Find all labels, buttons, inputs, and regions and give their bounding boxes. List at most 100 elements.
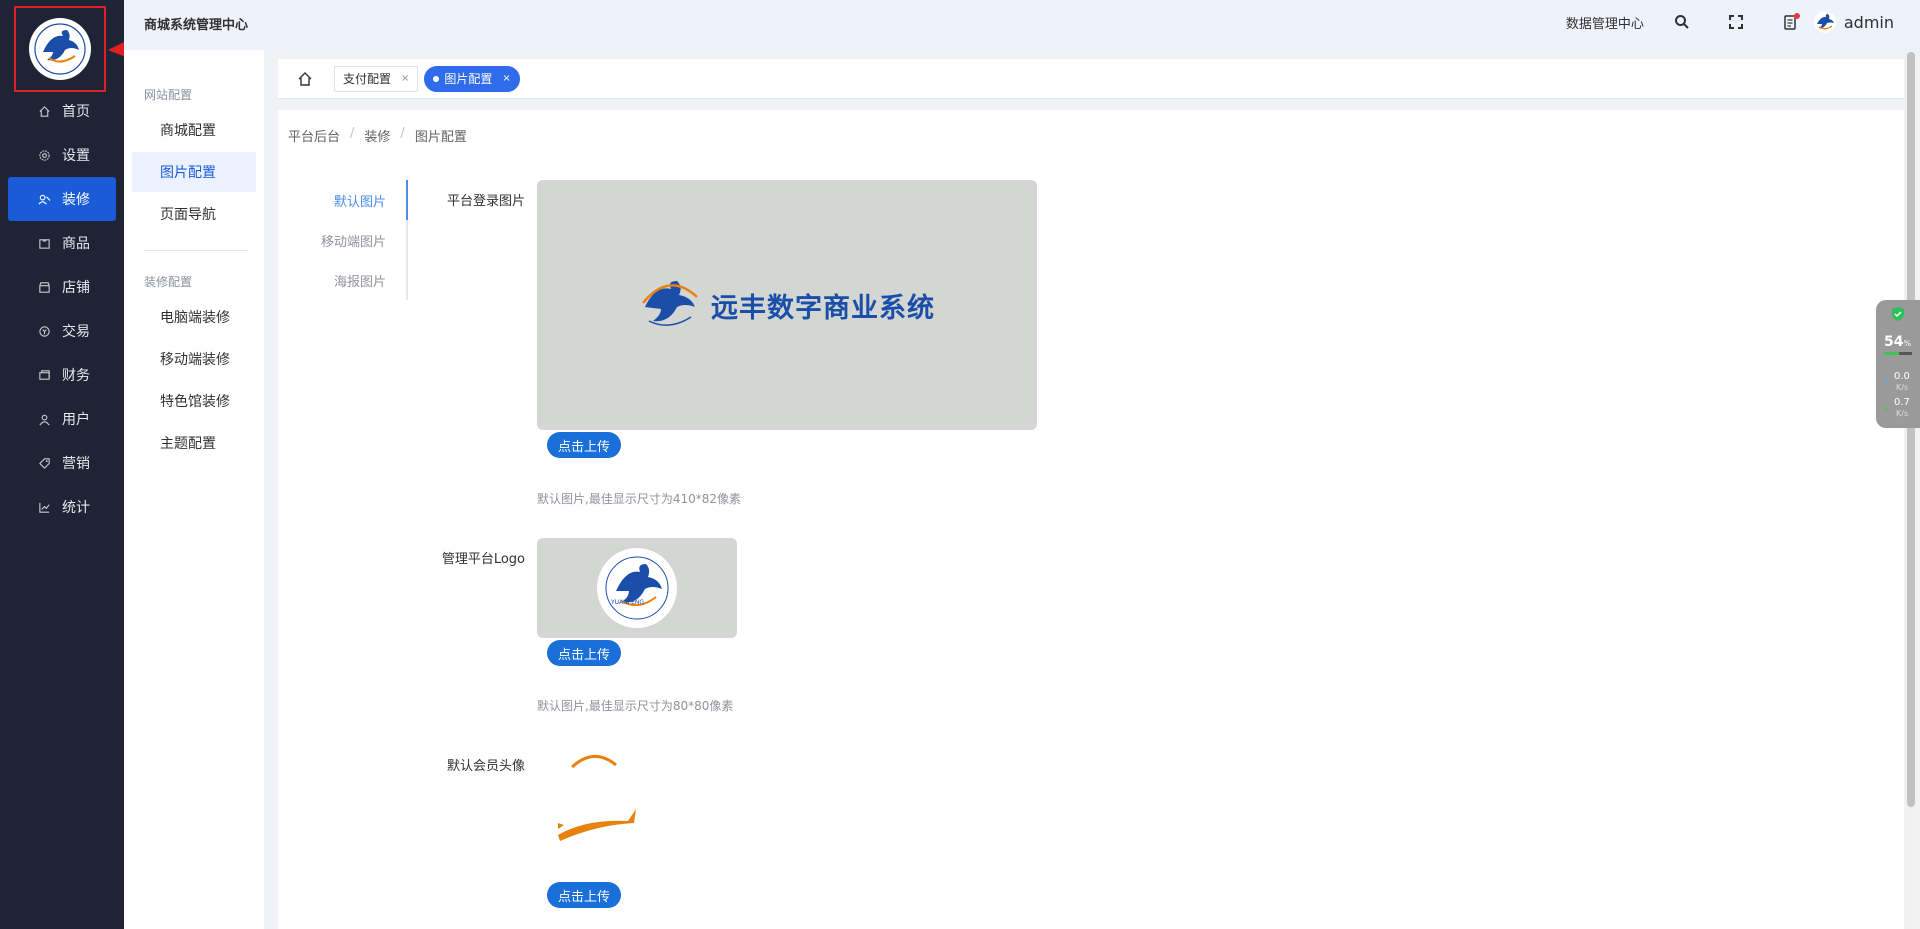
pegasus-logo-icon xyxy=(642,281,698,326)
breadcrumb-separator: / xyxy=(400,126,405,141)
download-unit: K/s xyxy=(1896,409,1909,418)
logo-highlight-box xyxy=(14,6,106,92)
breadcrumb: 平台后台 / 装修 / 图片配置 xyxy=(288,126,467,145)
active-dot xyxy=(433,75,440,82)
sidebar-item-decorate[interactable]: 装修 xyxy=(8,177,116,221)
download-arrow-icon: ↓ xyxy=(1882,404,1890,414)
sidebar-item-label: 首页 xyxy=(62,104,90,120)
memory-percent: 54% xyxy=(1884,334,1912,350)
store-icon xyxy=(36,279,52,295)
login-brand-text: 远丰数字商业系统 xyxy=(711,292,935,324)
page-title: 商城系统管理中心 xyxy=(144,18,249,33)
submenu-item-page-nav[interactable]: 页面导航 xyxy=(132,194,256,234)
notification-icon[interactable] xyxy=(1780,12,1800,32)
sidebar-item-finance[interactable]: 财务 xyxy=(8,353,116,397)
top-header: 商城系统管理中心 数据管理中心 admin xyxy=(124,0,1920,50)
tab-mobile-images[interactable]: 移动端图片 xyxy=(278,220,408,260)
sidebar-item-statistics[interactable]: 统计 xyxy=(8,485,116,529)
sidebar-item-label: 店铺 xyxy=(62,280,90,296)
search-icon[interactable] xyxy=(1672,12,1692,32)
submenu-item-pc-decoration[interactable]: 电脑端装修 xyxy=(132,297,256,337)
gear-icon xyxy=(36,147,52,163)
upload-login-image-button[interactable]: 点击上传 xyxy=(547,432,622,458)
home-tab-icon[interactable] xyxy=(292,66,318,92)
sidebar-item-goods[interactable]: 商品 xyxy=(8,221,116,265)
sidebar-item-label: 营销 xyxy=(62,456,90,472)
sidebar-item-marketing[interactable]: 营销 xyxy=(8,441,116,485)
close-icon[interactable]: × xyxy=(502,73,510,84)
submenu-item-mall-config[interactable]: 商城配置 xyxy=(132,110,256,150)
default-avatar-preview[interactable] xyxy=(546,745,666,845)
close-icon[interactable]: × xyxy=(401,73,409,84)
avatar[interactable] xyxy=(1813,11,1836,33)
logo-caption: YUANFENG xyxy=(611,599,645,606)
sidebar-item-label: 装修 xyxy=(62,192,90,208)
fullscreen-icon[interactable] xyxy=(1726,12,1746,32)
avatar-placeholder-icon xyxy=(558,755,636,841)
sidebar-item-settings[interactable]: 设置 xyxy=(8,133,116,177)
upload-speed: 0.0 xyxy=(1894,371,1910,382)
login-image-hint: 默认图片,最佳显示尺寸为410*82像素 xyxy=(537,492,741,506)
tab-label: 支付配置 xyxy=(343,72,392,86)
brand-logo[interactable] xyxy=(29,18,91,80)
finance-icon xyxy=(36,367,52,383)
sidebar-item-label: 财务 xyxy=(62,368,90,384)
admin-logo-preview[interactable] xyxy=(537,538,737,638)
submenu-item-mobile-decoration[interactable]: 移动端装修 xyxy=(132,339,256,379)
data-center-link[interactable]: 数据管理中心 xyxy=(1566,13,1644,32)
logo-circle xyxy=(597,548,677,628)
logo-hint: 默认图片,最佳显示尺寸为80*80像素 xyxy=(537,699,734,713)
user-icon xyxy=(36,411,52,427)
tag-icon xyxy=(36,455,52,471)
tab-label: 图片配置 xyxy=(444,72,493,86)
sidebar-item-home[interactable]: 首页 xyxy=(8,89,116,133)
trade-icon xyxy=(36,323,52,339)
sidebar-item-label: 交易 xyxy=(62,324,90,340)
login-image-preview[interactable]: 远丰数字商业系统 xyxy=(537,180,1037,430)
memory-bar xyxy=(1884,352,1912,355)
upload-arrow-icon: ↑ xyxy=(1882,378,1890,388)
breadcrumb-item[interactable]: 平台后台 xyxy=(288,126,340,145)
submenu-item-image-config[interactable]: 图片配置 xyxy=(132,152,256,192)
page-scrollbar-thumb[interactable] xyxy=(1907,52,1915,807)
sidebar-item-label: 用户 xyxy=(62,412,90,428)
submenu-divider xyxy=(144,250,248,251)
sidebar-item-user[interactable]: 用户 xyxy=(8,397,116,441)
goods-icon xyxy=(36,235,52,251)
decorate-icon xyxy=(36,191,52,207)
tab-poster-images[interactable]: 海报图片 xyxy=(278,260,408,300)
unread-dot xyxy=(1793,13,1800,19)
network-monitor-widget[interactable]: 54% ↑ 0.0 K/s ↓ 0.7 K/s xyxy=(1876,300,1920,428)
tab-payment-config[interactable]: 支付配置 × xyxy=(334,65,419,92)
submenu-item-feature-decoration[interactable]: 特色馆装修 xyxy=(132,381,256,421)
breadcrumb-separator: / xyxy=(350,126,355,141)
secondary-menu: 网站配置 商城配置 图片配置 页面导航 装修配置 电脑端装修 移动端装修 特色馆… xyxy=(124,50,264,929)
submenu-group-title: 网站配置 xyxy=(144,87,193,102)
page-tabs-bar: 支付配置 × 图片配置 × xyxy=(278,59,1904,99)
download-speed: 0.7 xyxy=(1894,397,1910,408)
breadcrumb-item: 图片配置 xyxy=(414,130,467,145)
main-sidebar: 首页 设置 装修 商品 店铺 交易 财务 用户 营销 统计 xyxy=(0,0,441,929)
chart-icon xyxy=(36,499,52,515)
home-icon xyxy=(36,103,52,119)
upload-unit: K/s xyxy=(1896,383,1909,392)
pegasus-logo-icon xyxy=(605,556,669,620)
sidebar-nav: 首页 设置 装修 商品 店铺 交易 财务 用户 营销 统计 xyxy=(0,89,124,529)
sidebar-item-label: 统计 xyxy=(62,500,90,516)
sidebar-item-trade[interactable]: 交易 xyxy=(8,309,116,353)
shield-icon xyxy=(1892,307,1904,321)
breadcrumb-item[interactable]: 装修 xyxy=(364,126,390,145)
tab-image-config[interactable]: 图片配置 × xyxy=(424,65,520,92)
submenu-group-title: 装修配置 xyxy=(144,274,193,289)
upload-avatar-button[interactable]: 点击上传 xyxy=(547,882,622,908)
user-name[interactable]: admin xyxy=(1844,13,1894,32)
submenu-item-theme-config[interactable]: 主题配置 xyxy=(132,423,256,463)
main-content: 平台后台 / 装修 / 图片配置 默认图片 移动端图片 海报图片 平台登录图片 … xyxy=(278,110,1904,929)
sidebar-item-label: 设置 xyxy=(62,148,90,164)
sidebar-item-label: 商品 xyxy=(62,236,90,252)
pegasus-logo-icon xyxy=(34,23,86,75)
default-avatar-label: 默认会员头像 xyxy=(446,759,525,774)
sidebar-item-store[interactable]: 店铺 xyxy=(8,265,116,309)
admin-logo-label: 管理平台Logo xyxy=(441,552,525,567)
upload-logo-button[interactable]: 点击上传 xyxy=(547,640,622,666)
